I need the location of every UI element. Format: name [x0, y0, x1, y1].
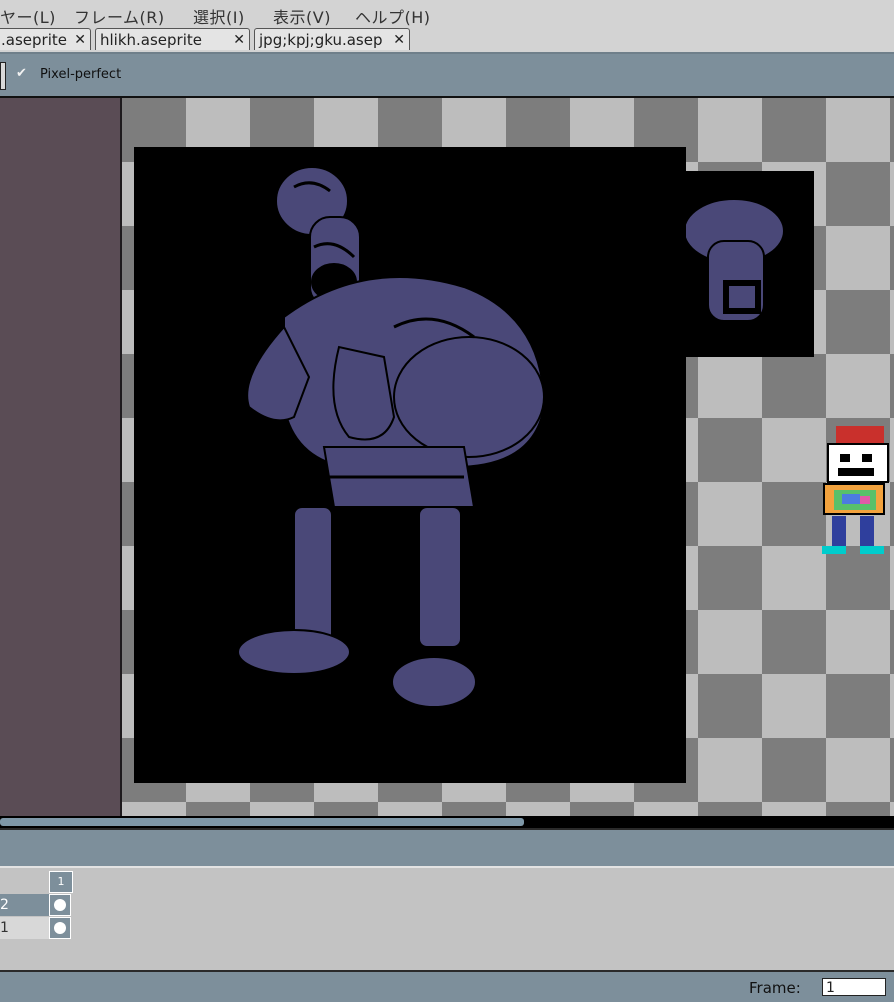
tab-file-2[interactable]: hlikh.aseprite ✕	[95, 28, 250, 50]
skull-head-drawing	[658, 198, 785, 322]
close-icon[interactable]: ✕	[393, 29, 405, 50]
tab-bar: .aseprite ✕ hlikh.aseprite ✕ jpg;kpj;gku…	[0, 28, 894, 54]
frame-input[interactable]: 1	[822, 978, 886, 996]
cel-dot-icon	[54, 899, 66, 911]
tab-file-1[interactable]: .aseprite ✕	[0, 28, 91, 50]
layer-row-2[interactable]: 2	[0, 894, 49, 916]
layer-name: 2	[0, 897, 9, 913]
menu-help[interactable]: ヘルプ(H)	[355, 4, 431, 28]
skeleton-character-drawing	[822, 426, 889, 554]
menu-layer[interactable]: ヤー(L)	[0, 4, 56, 28]
toolbar-button-stub[interactable]	[0, 62, 6, 90]
sprite-main-image[interactable]	[134, 147, 686, 783]
tab-file-3[interactable]: jpg;kpj;gku.asep ✕	[254, 28, 410, 50]
frame-label: Frame:	[749, 979, 801, 997]
close-icon[interactable]: ✕	[233, 29, 245, 50]
cel-dot-icon	[54, 922, 66, 934]
menu-view[interactable]: 表示(V)	[273, 4, 331, 28]
menu-select[interactable]: 選択(I)	[193, 4, 245, 28]
timeline-toolbar	[0, 828, 894, 868]
checkmark-icon[interactable]: ✔	[16, 66, 27, 81]
scrollbar-thumb[interactable]	[0, 818, 524, 826]
sprite-character-small[interactable]	[816, 424, 894, 564]
tab-label: jpg;kpj;gku.asep	[259, 31, 383, 49]
sprite-head-image[interactable]	[658, 171, 814, 357]
menu-frame[interactable]: フレーム(R)	[74, 4, 165, 28]
layer-row-1[interactable]: 1	[0, 917, 49, 939]
timeline-panel: 1 2 1	[0, 866, 894, 972]
tab-label: hlikh.aseprite	[100, 31, 203, 49]
frame-header-1[interactable]: 1	[49, 871, 73, 893]
layer-name: 1	[0, 920, 9, 936]
sprite-character-drawing	[237, 166, 546, 708]
horizontal-scrollbar[interactable]	[0, 816, 894, 828]
menu-bar: ヤー(L) フレーム(R) 選択(I) 表示(V) ヘルプ(H)	[0, 0, 894, 28]
pixel-perfect-label[interactable]: Pixel-perfect	[40, 67, 121, 82]
close-icon[interactable]: ✕	[74, 29, 86, 50]
tab-label: .aseprite	[1, 31, 67, 49]
cel-layer-1-frame-1[interactable]	[49, 917, 71, 939]
cel-layer-2-frame-1[interactable]	[49, 894, 71, 916]
left-panel	[0, 98, 122, 816]
canvas-area[interactable]	[122, 98, 894, 816]
context-bar: ✔ Pixel-perfect	[0, 54, 894, 98]
status-bar: Frame: 1	[0, 970, 894, 1002]
